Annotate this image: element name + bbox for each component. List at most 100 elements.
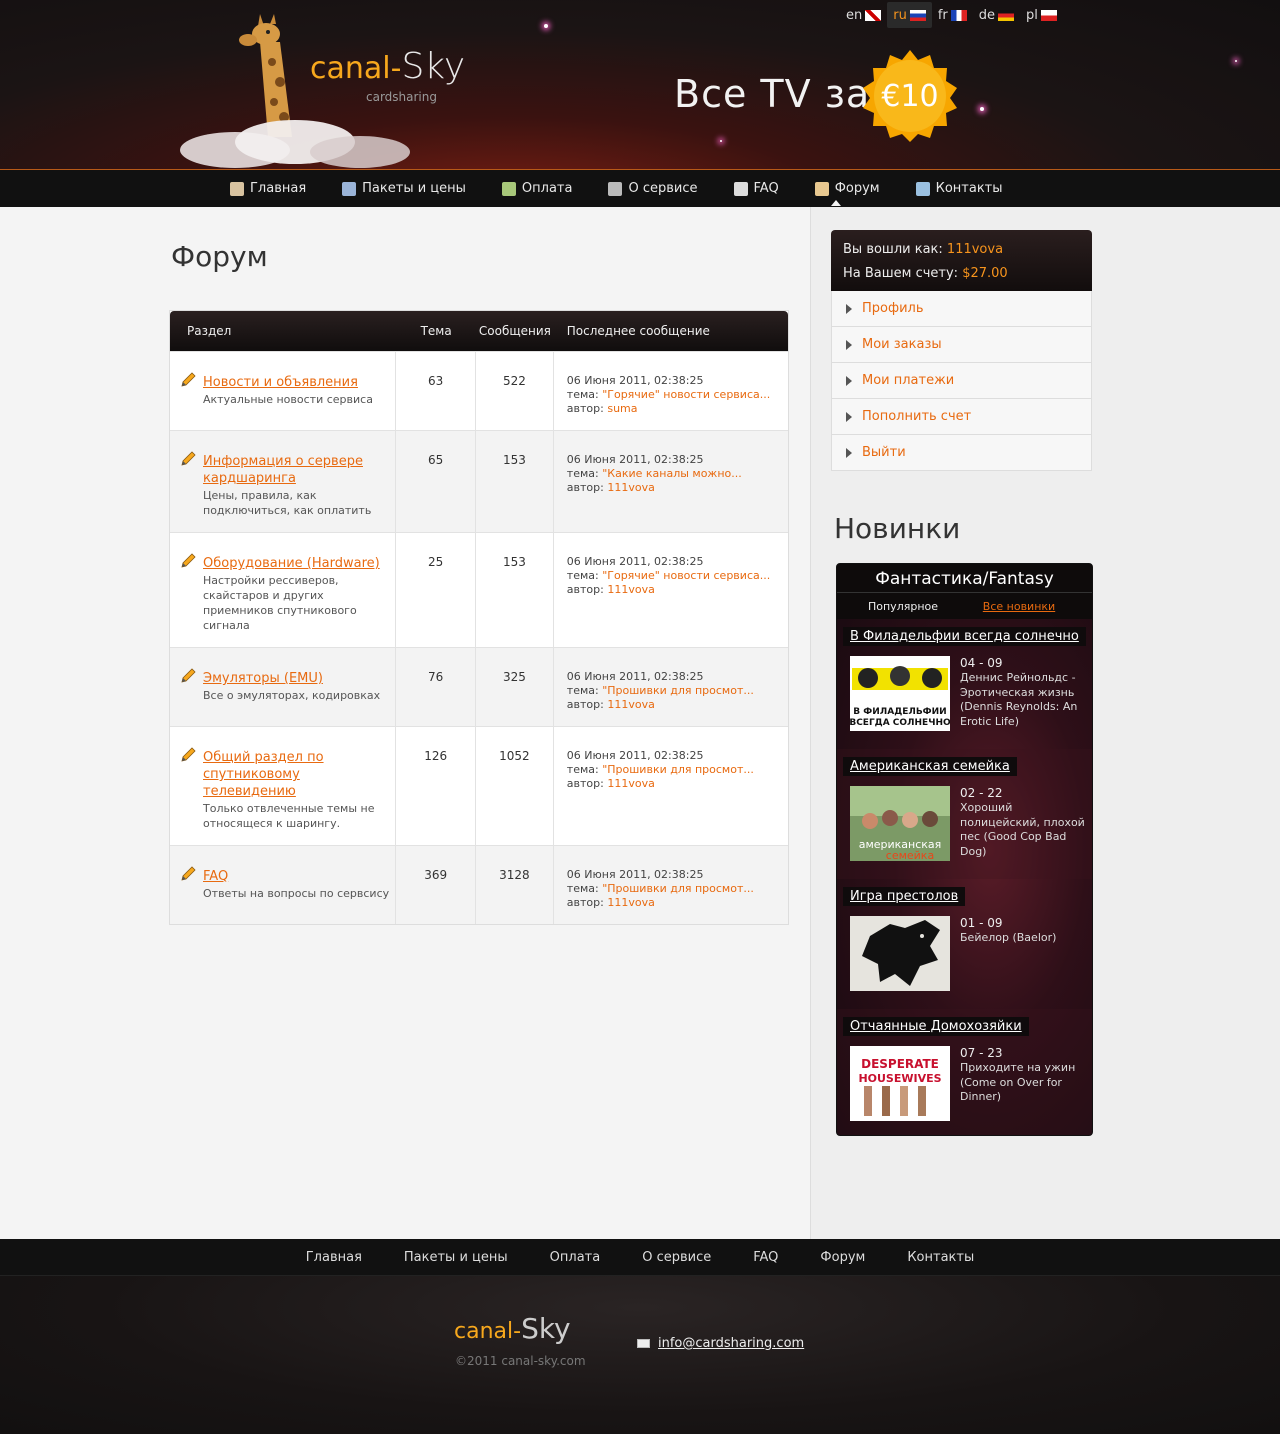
last-post-author-link[interactable]: 111vova [607, 583, 655, 596]
account-menu-orders[interactable]: Мои заказы [831, 327, 1092, 363]
tab-all-new[interactable]: Все новинки [969, 600, 1069, 613]
star-decoration [544, 24, 548, 28]
forum-section-desc: Ответы на вопросы по сервсису [203, 887, 390, 900]
pencil-icon [181, 668, 196, 683]
episode-number: 01 - 09 [960, 916, 1003, 930]
main-nav: Главная Пакеты и цены Оплата О сервисе F… [0, 169, 1280, 207]
nav-item-home[interactable]: Главная [230, 181, 306, 196]
forum-section-link[interactable]: Оборудование (Hardware) [203, 555, 395, 572]
arrow-right-icon [846, 339, 852, 350]
svg-text:семейка: семейка [886, 849, 934, 861]
account-menu-topup[interactable]: Пополнить счет [831, 399, 1092, 435]
last-post-topic-link[interactable]: "Горячие" новости сервиса... [602, 569, 770, 582]
footer-nav-packages[interactable]: Пакеты и цены [404, 1250, 508, 1265]
author-label: автор: [566, 481, 604, 494]
show-thumbnail[interactable]: DESPERATE HOUSEWIVES [850, 1046, 950, 1121]
last-post-topic-link[interactable]: "Прошивки для просмот... [602, 763, 754, 776]
forum-section-link[interactable]: FAQ [203, 868, 395, 885]
footer-logo[interactable]: canal-Sky [454, 1312, 571, 1345]
account-menu-profile[interactable]: Профиль [831, 291, 1092, 327]
last-post: 06 Июня 2011, 02:38:25 тема: "Горячие" н… [554, 352, 788, 430]
footer-nav-faq[interactable]: FAQ [753, 1250, 778, 1265]
page-title: Форум [171, 240, 268, 273]
nav-item-faq[interactable]: FAQ [733, 181, 779, 196]
username: 111vova [946, 242, 1004, 257]
promo-text: Все TV за [674, 72, 871, 116]
forum-section-link[interactable]: Общий раздел по спутниковому телевидению [203, 749, 395, 800]
topic-count: 76 [396, 648, 477, 726]
nav-item-packages[interactable]: Пакеты и цены [342, 181, 466, 196]
account-menu-payments[interactable]: Мои платежи [831, 363, 1092, 399]
message-count: 1052 [476, 727, 554, 845]
last-post-author-link[interactable]: 111vova [607, 481, 655, 494]
forum-row: Эмуляторы (EMU) Все о эмуляторах, кодиро… [170, 647, 788, 726]
footer-nav-forum[interactable]: Форум [820, 1250, 865, 1265]
episode-number: 04 - 09 [960, 656, 1003, 670]
site-header: en ru fr de pl canal-Sky cardsharing Все… [0, 0, 1280, 169]
show-title-link[interactable]: В Филадельфии всегда солнечно [843, 627, 1086, 646]
episode-title: Деннис Рейнольдс - Эротическая жизнь (De… [960, 671, 1078, 728]
lang-fr[interactable]: fr [932, 2, 973, 28]
show-thumbnail[interactable]: В ФИЛАДЕЛЬФИИ ВСЕГДА СОЛНЕЧНО [850, 656, 950, 731]
nav-item-payment[interactable]: Оплата [501, 181, 572, 196]
footer-nav-contacts[interactable]: Контакты [907, 1250, 974, 1265]
new-releases-panel: Фантастика/Fantasy Популярное Все новинк… [836, 563, 1093, 1136]
topic-label: тема: [566, 684, 599, 697]
show-thumbnail[interactable] [850, 916, 950, 991]
nav-item-forum[interactable]: Форум [814, 181, 880, 196]
last-post-date: 06 Июня 2011, 02:38:25 [566, 453, 704, 466]
star-decoration [720, 140, 722, 142]
forum-section-link[interactable]: Новости и объявления [203, 374, 395, 391]
author-label: автор: [566, 698, 604, 711]
topic-label: тема: [566, 882, 599, 895]
site-logo[interactable]: canal-Sky [310, 46, 465, 87]
topic-count: 63 [396, 352, 477, 430]
tab-popular[interactable]: Популярное [837, 600, 969, 613]
svg-text:HOUSEWIVES: HOUSEWIVES [858, 1072, 941, 1085]
header-messages: Сообщения [478, 324, 551, 338]
footer-nav-payment[interactable]: Оплата [550, 1250, 601, 1265]
nav-item-contacts[interactable]: Контакты [915, 181, 1003, 196]
last-post-author-link[interactable]: 111vova [607, 698, 655, 711]
forum-section-link[interactable]: Эмуляторы (EMU) [203, 670, 395, 687]
show-title-link[interactable]: Игра престолов [843, 887, 966, 906]
svg-text:В ФИЛАДЕЛЬФИИ: В ФИЛАДЕЛЬФИИ [853, 707, 946, 717]
forum-row: Информация о сервере кардшаринга Цены, п… [170, 430, 788, 532]
last-post-topic-link[interactable]: "Горячие" новости сервиса... [602, 388, 770, 401]
account-menu-logout[interactable]: Выйти [831, 435, 1092, 471]
pencil-icon [181, 553, 196, 568]
lang-pl[interactable]: pl [1020, 2, 1063, 28]
balance-label: На Вашем счету: [843, 266, 959, 281]
forum-row: Оборудование (Hardware) Настройки рессив… [170, 532, 788, 647]
show-title-link[interactable]: Отчаянные Домохозяйки [843, 1017, 1029, 1036]
last-post-topic-link[interactable]: "Прошивки для просмот... [602, 684, 754, 697]
footer-nav-about[interactable]: О сервисе [642, 1250, 711, 1265]
show-title-link[interactable]: Американская семейка [843, 757, 1017, 776]
last-post-topic-link[interactable]: "Какие каналы можно... [602, 467, 742, 480]
last-post-date: 06 Июня 2011, 02:38:25 [566, 749, 704, 762]
price-badge: €10 [863, 50, 957, 142]
topic-count: 126 [396, 727, 477, 845]
footer-email[interactable]: info@cardsharing.com [637, 1336, 804, 1351]
star-decoration [1235, 60, 1237, 62]
message-count: 3128 [476, 846, 554, 924]
last-post-author-link[interactable]: 111vova [607, 777, 655, 790]
arrow-right-icon [846, 303, 852, 314]
envelope-icon [637, 1339, 650, 1348]
lang-ru[interactable]: ru [887, 2, 932, 28]
topic-label: тема: [566, 569, 599, 582]
last-post-topic-link[interactable]: "Прошивки для просмот... [602, 882, 754, 895]
lang-de[interactable]: de [973, 2, 1020, 28]
badge-price: €10 [881, 79, 938, 114]
forum-section-link[interactable]: Информация о сервере кардшаринга [203, 453, 395, 487]
category-title: Фантастика/Fantasy [837, 564, 1092, 592]
topic-label: тема: [566, 467, 599, 480]
last-post-author-link[interactable]: 111vova [607, 896, 655, 909]
pencil-icon [181, 747, 196, 762]
show-thumbnail[interactable]: американская семейка [850, 786, 950, 861]
last-post-author-link[interactable]: suma [607, 402, 637, 415]
footer-nav-home[interactable]: Главная [306, 1250, 362, 1265]
language-switcher: en ru fr de pl [840, 2, 1063, 28]
nav-item-about[interactable]: О сервисе [608, 181, 698, 196]
lang-en[interactable]: en [840, 2, 887, 28]
